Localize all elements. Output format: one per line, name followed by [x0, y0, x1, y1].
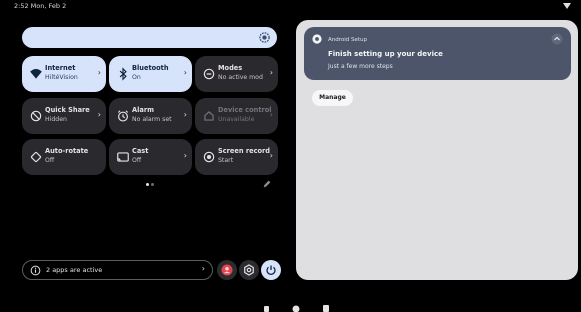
active-apps-button[interactable]: 2 apps are active ›	[22, 260, 213, 280]
status-time: 2:52 Mon, Feb 2	[14, 2, 67, 10]
chevron-right-icon[interactable]: ›	[270, 68, 273, 77]
tile-label: Bluetooth	[132, 64, 169, 72]
user-icon	[221, 264, 233, 276]
tile-alarm[interactable]: Alarm No alarm set ›	[109, 98, 192, 134]
cast-icon	[117, 152, 129, 162]
android-setup-icon	[312, 34, 322, 44]
chevron-right-icon[interactable]: ›	[184, 68, 187, 77]
tile-sublabel: Off	[45, 157, 55, 164]
active-apps-label: 2 apps are active	[46, 266, 103, 274]
settings-button[interactable]	[239, 260, 259, 280]
chevron-right-icon[interactable]: ›	[184, 110, 187, 119]
wifi-icon	[30, 69, 42, 79]
brightness-slider[interactable]	[22, 27, 277, 48]
tile-auto-rotate[interactable]: Auto-rotate Off	[22, 139, 106, 175]
tile-sublabel: Off	[132, 157, 142, 164]
quick-share-icon	[30, 110, 42, 122]
tile-label: Alarm	[132, 106, 154, 114]
power-icon	[266, 265, 276, 276]
alarm-icon	[117, 110, 129, 122]
chevron-right-icon[interactable]: ›	[98, 68, 101, 77]
user-button[interactable]	[217, 260, 237, 280]
tile-label: Modes	[218, 64, 243, 72]
brightness-icon	[259, 32, 270, 43]
notification-card[interactable]: Android Setup Finish setting up your dev…	[304, 27, 571, 80]
chevron-right-icon[interactable]: ›	[270, 151, 273, 160]
notification-title: Finish setting up your device	[328, 50, 443, 58]
tile-cast[interactable]: Cast Off ›	[109, 139, 192, 175]
tile-sublabel: Unavailable	[218, 116, 255, 123]
tile-bluetooth[interactable]: Bluetooth On ›	[109, 56, 192, 92]
tile-internet[interactable]: Internet HiltéVision ›	[22, 56, 106, 92]
tile-sublabel: No active mod	[218, 74, 263, 81]
tile-device-control[interactable]: Device control Unavailable ›	[195, 98, 278, 134]
tile-label: Screen record	[218, 147, 270, 155]
bluetooth-icon	[119, 67, 127, 81]
notification-app-name: Android Setup	[328, 37, 368, 43]
manage-button[interactable]: Manage	[312, 90, 353, 106]
chevron-right-icon[interactable]: ›	[270, 110, 273, 119]
signal-icon	[563, 3, 571, 9]
pencil-icon[interactable]	[262, 179, 272, 189]
tile-screen-record[interactable]: Screen record Start ›	[195, 139, 278, 175]
tile-sublabel: Hidden	[45, 116, 67, 123]
tile-label: Auto-rotate	[45, 147, 89, 155]
chevron-right-icon: ›	[201, 264, 205, 273]
screen-record-icon	[203, 151, 215, 163]
settings-icon	[244, 264, 254, 276]
notification-body: Just a few more steps	[328, 63, 393, 70]
info-icon	[30, 265, 41, 276]
tile-label: Internet	[45, 64, 76, 72]
tile-sublabel: Start	[218, 157, 234, 164]
tile-label: Cast	[132, 147, 149, 155]
page-indicator[interactable]	[146, 183, 156, 187]
do-not-disturb-icon	[203, 68, 215, 80]
chevron-right-icon[interactable]: ›	[98, 110, 101, 119]
page-dot	[151, 183, 154, 186]
status-bar: 2:52 Mon, Feb 2	[0, 0, 581, 14]
chevron-right-icon[interactable]: ›	[184, 151, 187, 160]
tile-quick-share[interactable]: Quick Share Hidden ›	[22, 98, 106, 134]
tile-label: Quick Share	[45, 106, 90, 114]
tile-sublabel: HiltéVision	[45, 74, 78, 81]
tile-label: Device control	[218, 106, 272, 114]
rotate-icon	[30, 151, 42, 163]
power-button[interactable]	[261, 260, 281, 280]
page-dot-active	[146, 183, 149, 186]
tile-modes[interactable]: Modes No active mod ›	[195, 56, 278, 92]
home-icon	[204, 111, 214, 121]
navigation-handle	[264, 305, 329, 312]
chevron-up-icon[interactable]	[551, 33, 563, 45]
tile-sublabel: On	[132, 74, 141, 81]
tile-sublabel: No alarm set	[132, 116, 172, 123]
